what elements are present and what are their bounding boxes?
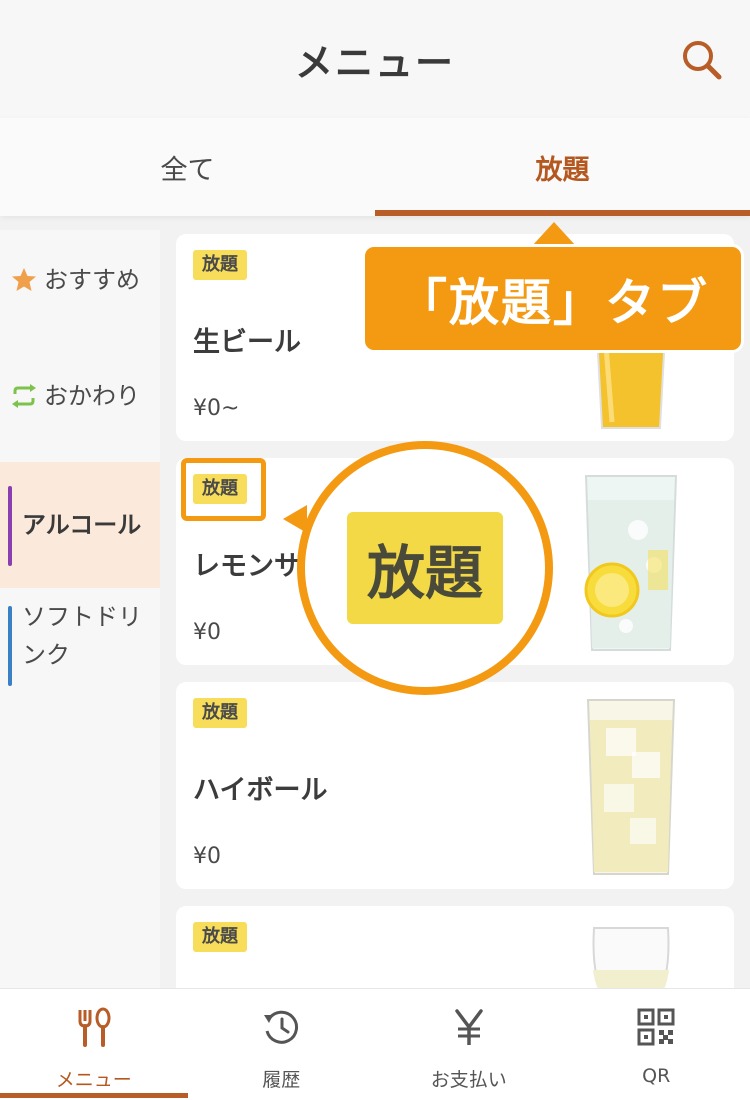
- sidebar-item-soft-drink[interactable]: ソフトドリンク: [0, 588, 160, 714]
- search-button[interactable]: [680, 38, 724, 82]
- menu-item-card[interactable]: 放題 ハイボール ¥0: [176, 682, 734, 889]
- tab-all-you-can[interactable]: 放題: [375, 118, 750, 216]
- bottom-nav-payment[interactable]: お支払い: [375, 989, 563, 1100]
- item-name: レモンサ: [193, 551, 301, 582]
- item-name: ハイボール: [193, 775, 328, 806]
- sidebar-item-label: アルコール: [22, 511, 142, 539]
- item-price: ¥0: [193, 620, 221, 645]
- sidebar-item-label: ソフトドリンク: [22, 603, 142, 669]
- all-you-can-badge: 放題: [193, 698, 247, 728]
- badge-highlight-box: [181, 458, 266, 521]
- item-name: 生ビール: [193, 327, 301, 358]
- star-icon: [12, 268, 36, 291]
- bottom-nav-label: メニュー: [55, 1069, 132, 1091]
- page-title: メニュー: [294, 40, 455, 85]
- item-price: ¥0~: [193, 396, 240, 421]
- category-color-bar: [8, 606, 12, 686]
- bottom-nav-history[interactable]: 履歴: [188, 989, 376, 1100]
- bottom-nav-label: お支払い: [430, 1069, 507, 1091]
- sidebar-item-label: おすすめ: [44, 266, 140, 294]
- yen-icon: [455, 1009, 483, 1045]
- sidebar-item-alcohol[interactable]: アルコール: [0, 462, 160, 588]
- category-color-bar: [8, 486, 12, 566]
- menu-screen: メニュー 全て 放題 おすすめ おかわり アルコール ソフトドリンク 放題 生ビ…: [0, 0, 750, 1100]
- tooltip-arrow: [532, 222, 576, 246]
- history-icon: [264, 1010, 299, 1044]
- sidebar-item-label: おかわり: [44, 382, 140, 410]
- magnifier-circle: 放題: [297, 441, 553, 695]
- item-price: ¥0: [193, 844, 221, 869]
- callout-tooltip: 「放題」タブ: [362, 244, 744, 353]
- tab-label: 全て: [160, 154, 215, 186]
- all-you-can-badge: 放題: [193, 922, 247, 952]
- category-sidebar: おすすめ おかわり アルコール ソフトドリンク: [0, 230, 160, 990]
- fork-spoon-icon: [78, 1007, 111, 1047]
- bottom-nav-label: 履歴: [262, 1069, 301, 1091]
- bottom-nav-label: QR: [642, 1065, 671, 1087]
- bottom-nav-menu[interactable]: メニュー: [0, 989, 188, 1100]
- highball-glass-image: [586, 699, 676, 875]
- all-you-can-badge: 放題: [193, 250, 247, 280]
- tab-label: 放題: [535, 154, 590, 186]
- sidebar-item-refill[interactable]: おかわり: [0, 330, 160, 462]
- category-tabs: 全て 放題: [0, 118, 750, 216]
- bottom-nav: メニュー 履歴 お支払い QR: [0, 988, 750, 1100]
- bottom-nav-qr[interactable]: QR: [563, 989, 750, 1100]
- repeat-icon: [12, 384, 36, 408]
- lemon-sour-glass-image: [584, 475, 678, 651]
- sidebar-item-recommended[interactable]: おすすめ: [0, 230, 160, 330]
- callout-text: 「放題」タブ: [397, 273, 709, 332]
- search-icon: [683, 41, 722, 80]
- qr-code-icon: [637, 1008, 675, 1046]
- magnified-badge: 放題: [346, 512, 503, 624]
- tab-all[interactable]: 全て: [0, 118, 375, 216]
- header: メニュー: [0, 0, 750, 118]
